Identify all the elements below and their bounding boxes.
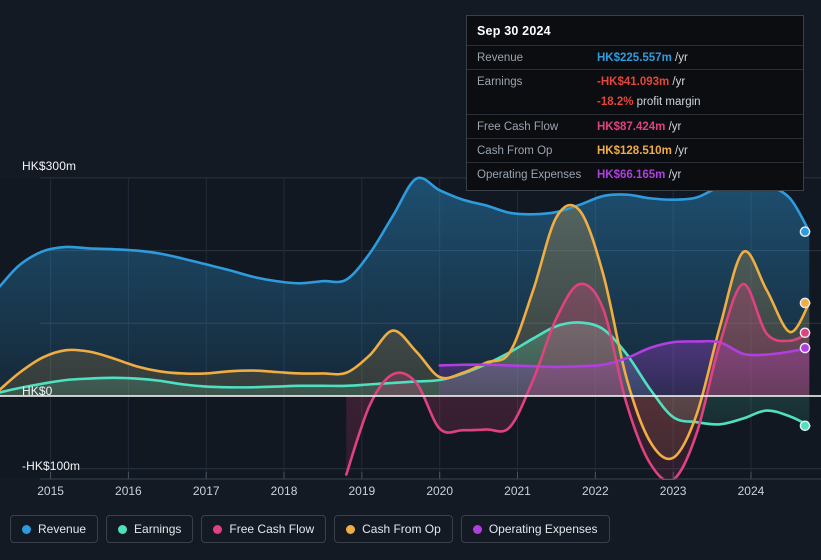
x-axis-label-2024: 2024 (737, 484, 765, 498)
tooltip-row: Operating Expenses HK$66.165m /yr (467, 162, 803, 186)
legend-label: Revenue (38, 522, 87, 536)
tooltip-row: Revenue HK$225.557m /yr (467, 45, 803, 69)
tooltip-row-amount: HK$225.557m (597, 51, 672, 64)
tooltip-row-value: HK$66.165m /yr (597, 169, 681, 181)
legend-item-cash-from-op[interactable]: Cash From Op (334, 515, 453, 543)
legend-color-dot (213, 524, 223, 534)
tooltip-row-value: HK$128.510m /yr (597, 145, 688, 157)
financial-history-chart: HK$300m HK$0 -HK$100m 2015 2016 2017 2018 20… (0, 0, 821, 560)
data-tooltip-card: Sep 30 2024 Revenue HK$225.557m /yr Earnin… (466, 15, 804, 191)
endpoint-marker-earnings (799, 420, 811, 432)
tooltip-row-amount: HK$128.510m (597, 144, 672, 157)
x-axis-label-2015: 2015 (37, 484, 64, 498)
x-axis-label-2021: 2021 (504, 484, 531, 498)
legend-item-revenue[interactable]: Revenue (10, 515, 99, 543)
tooltip-row-unit: profit margin (633, 95, 701, 108)
x-axis-label-2019: 2019 (348, 484, 376, 498)
x-axis-label-2018: 2018 (270, 484, 298, 498)
tooltip-row-unit: /yr (665, 168, 682, 181)
legend-color-dot (118, 524, 128, 534)
y-axis-label-bottom: -HK$100m (22, 459, 81, 473)
tooltip-row-label: Revenue (477, 51, 524, 64)
endpoint-marker-revenue (799, 226, 811, 237)
legend-color-dot (22, 524, 31, 534)
tooltip-row-amount: -18.2% (597, 95, 634, 108)
y-axis-label-zero: HK$0 (22, 384, 53, 398)
tooltip-row-unit: /yr (671, 144, 688, 157)
tooltip-row-amount: -HK$41.093m (597, 75, 670, 88)
legend-label: Free Cash Flow (229, 522, 315, 536)
chart-legend: Revenue Earnings Free Cash Flow Cash From O… (10, 515, 610, 543)
tooltip-row: -18.2% profit margin (467, 93, 803, 114)
legend-label: Earnings (134, 522, 182, 536)
tooltip-row-label: Operating Expenses (477, 168, 582, 181)
tooltip-row: Free Cash Flow HK$87.424m /yr (467, 114, 803, 138)
tooltip-row-label: Earnings (477, 75, 523, 88)
x-axis-label-2020: 2020 (426, 484, 454, 498)
x-axis-label-2016: 2016 (115, 484, 142, 498)
tooltip-rows: Revenue HK$225.557m /yr Earnings -HK$41.093… (467, 45, 803, 186)
tooltip-row: Earnings -HK$41.093m /yr (467, 69, 803, 93)
x-axis-label-2023: 2023 (659, 484, 687, 498)
endpoint-marker-free-cash-flow (799, 327, 811, 339)
tooltip-row-value: HK$87.424m /yr (597, 121, 681, 133)
tooltip-row-unit: /yr (671, 51, 688, 64)
tooltip-row-label: Free Cash Flow (477, 120, 559, 133)
legend-color-dot (472, 524, 482, 534)
legend-label: Operating Expenses (488, 522, 598, 536)
tooltip-row-value: -18.2% profit margin (597, 96, 701, 108)
tooltip-row-value: HK$225.557m /yr (597, 52, 688, 64)
endpoint-marker-operating-expenses (799, 342, 811, 354)
tooltip-row-label: Cash From Op (477, 144, 553, 157)
tooltip-row-value: -HK$41.093m /yr (597, 76, 685, 88)
legend-item-operating-expenses[interactable]: Operating Expenses (460, 515, 610, 543)
legend-color-dot (346, 524, 356, 534)
tooltip-row: Cash From Op HK$128.510m /yr (467, 138, 803, 162)
tooltip-row-amount: HK$87.424m (597, 120, 666, 133)
endpoint-marker-cash-from-op (799, 297, 811, 309)
tooltip-row-amount: HK$66.165m (597, 168, 666, 181)
legend-item-earnings[interactable]: Earnings (106, 515, 194, 543)
legend-label: Cash From Op (362, 522, 441, 536)
x-axis-label-2022: 2022 (581, 484, 609, 498)
tooltip-date: Sep 30 2024 (477, 24, 551, 38)
tooltip-row-unit: /yr (665, 120, 682, 133)
tooltip-row-unit: /yr (669, 75, 686, 88)
legend-item-free-cash-flow[interactable]: Free Cash Flow (201, 515, 327, 543)
y-axis-label-top: HK$300m (22, 159, 77, 173)
x-axis-label-2017: 2017 (192, 484, 220, 498)
